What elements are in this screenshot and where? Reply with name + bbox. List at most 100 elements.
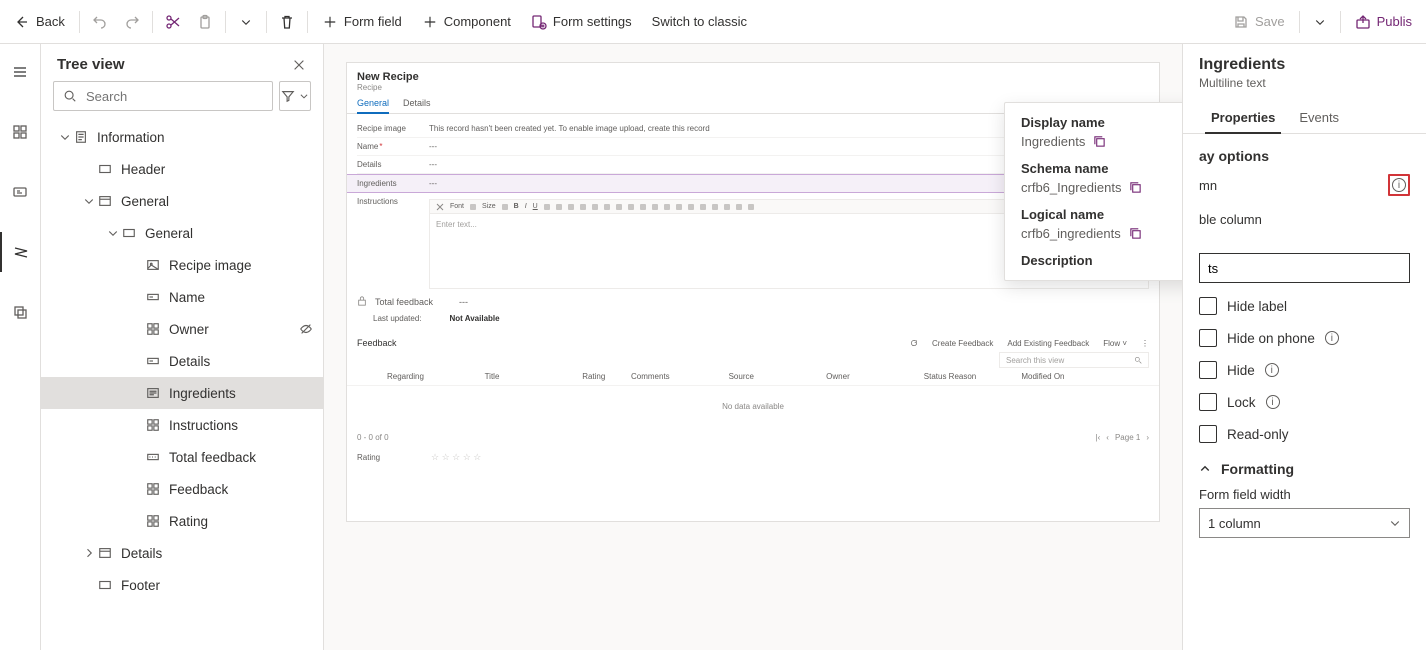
undo-button[interactable] — [84, 6, 116, 38]
section-label: ay options — [1199, 148, 1269, 164]
rating-label: Rating — [357, 453, 429, 462]
tree-node-general-tab[interactable]: General — [41, 185, 323, 217]
rail-text-field[interactable] — [0, 172, 40, 212]
feedback-flow[interactable]: Flow ˅ — [1103, 339, 1127, 348]
feedback-search[interactable]: Search this view — [999, 352, 1149, 368]
tree-node-footer[interactable]: Footer — [41, 569, 323, 601]
section-display-options[interactable]: ay options — [1199, 148, 1410, 164]
tree-node-ingredients[interactable]: Ingredients — [41, 377, 323, 409]
properties-title: Ingredients — [1199, 56, 1410, 74]
tree-label: Details — [169, 354, 210, 369]
grid-icon — [145, 513, 161, 529]
save-menu-button[interactable] — [1304, 6, 1336, 38]
info-highlight[interactable]: i — [1388, 174, 1410, 196]
save-button[interactable]: Save — [1223, 6, 1295, 38]
section-icon — [97, 577, 113, 593]
switch-to-classic-button[interactable]: Switch to classic — [642, 6, 757, 38]
col-header[interactable]: Modified On — [1021, 372, 1119, 381]
lock-checkbox[interactable]: Locki — [1199, 393, 1410, 411]
tree-node-feedback[interactable]: Feedback — [41, 473, 323, 505]
chevron-right-icon — [81, 545, 97, 561]
form-settings-label: Form settings — [553, 14, 632, 29]
rail-tree-view[interactable] — [0, 232, 40, 272]
back-label: Back — [36, 14, 65, 29]
tree-search-input[interactable] — [84, 88, 264, 105]
tree-label: Name — [169, 290, 205, 305]
tree-node-details[interactable]: Details — [41, 345, 323, 377]
label-input[interactable] — [1199, 253, 1410, 283]
tree-node-general-section[interactable]: General — [41, 217, 323, 249]
hide-on-phone-checkbox[interactable]: Hide on phonei — [1199, 329, 1410, 347]
col-header[interactable]: Regarding — [387, 372, 485, 381]
grid-icon — [145, 417, 161, 433]
hide-checkbox[interactable]: Hidei — [1199, 361, 1410, 379]
redo-button[interactable] — [116, 6, 148, 38]
hide-label-checkbox[interactable]: Hide label — [1199, 297, 1410, 315]
publish-button[interactable]: Publis — [1345, 6, 1422, 38]
feedback-add-existing[interactable]: Add Existing Feedback — [1007, 339, 1089, 348]
field-label: ble column — [1199, 212, 1262, 227]
back-button[interactable]: Back — [4, 6, 75, 38]
feedback-refresh[interactable] — [910, 339, 918, 347]
chk-label: Lock — [1227, 395, 1256, 410]
col-header[interactable]: Source — [729, 372, 827, 381]
section-formatting[interactable]: Formatting — [1199, 461, 1410, 477]
col-header[interactable]: Rating — [582, 372, 631, 381]
read-only-checkbox[interactable]: Read-only — [1199, 425, 1410, 443]
tree-label: Ingredients — [169, 386, 236, 401]
tree-node-owner[interactable]: Owner — [41, 313, 323, 345]
tree-node-name[interactable]: Name — [41, 281, 323, 313]
field-label: Last updated: — [373, 314, 421, 323]
image-icon — [145, 257, 161, 273]
tree-node-total-feedback[interactable]: Total feedback — [41, 441, 323, 473]
cut-button[interactable] — [157, 6, 189, 38]
field-value: --- — [429, 179, 437, 188]
tree-node-recipe-image[interactable]: Recipe image — [41, 249, 323, 281]
copy-button[interactable] — [1129, 181, 1142, 194]
left-rail — [0, 44, 41, 650]
tree-node-details-tab[interactable]: Details — [41, 537, 323, 569]
col-header[interactable]: Title — [485, 372, 583, 381]
form-title: New Recipe — [357, 71, 1149, 83]
tab-icon — [97, 193, 113, 209]
tree-node-instructions[interactable]: Instructions — [41, 409, 323, 441]
rail-components[interactable] — [0, 112, 40, 152]
tree-node-header[interactable]: Header — [41, 153, 323, 185]
form-tab-details[interactable]: Details — [403, 98, 431, 113]
col-header[interactable]: Owner — [826, 372, 924, 381]
tree-search-input-wrap[interactable] — [53, 81, 273, 111]
close-tree-button[interactable] — [291, 57, 307, 73]
rail-hamburger[interactable] — [0, 52, 40, 92]
col-header[interactable]: Status Reason — [924, 372, 1022, 381]
tree-node-information[interactable]: Information — [41, 121, 323, 153]
rail-layers[interactable] — [0, 292, 40, 332]
form-field-width-select[interactable]: 1 column — [1199, 508, 1410, 538]
tree-filter-button[interactable] — [279, 81, 311, 111]
feedback-create[interactable]: Create Feedback — [932, 339, 993, 348]
form-settings-button[interactable]: Form settings — [521, 6, 642, 38]
add-component-button[interactable]: Component — [412, 6, 521, 38]
lock-icon — [357, 296, 369, 308]
delete-button[interactable] — [271, 6, 303, 38]
search-icon — [62, 88, 78, 104]
add-form-field-button[interactable]: Form field — [312, 6, 412, 38]
copy-button[interactable] — [1129, 227, 1142, 240]
arrow-left-icon — [14, 14, 30, 30]
popover-value: crfb6_ingredients — [1021, 226, 1121, 241]
tree-node-rating[interactable]: Rating — [41, 505, 323, 537]
tab-properties[interactable]: Properties — [1199, 100, 1287, 133]
tree-title: Tree view — [57, 56, 125, 73]
column-info-popover: Display name Ingredients Schema name crf… — [1004, 102, 1182, 281]
col-header[interactable]: Comments — [631, 372, 729, 381]
paste-menu-button[interactable] — [230, 6, 262, 38]
info-icon: i — [1325, 331, 1339, 345]
rating-stars[interactable]: ☆ ☆ ☆ ☆ ☆ — [431, 452, 481, 463]
chevron-down-icon — [57, 129, 73, 145]
pager-page: Page 1 — [1115, 433, 1140, 442]
copy-button[interactable] — [1093, 135, 1106, 148]
tab-events[interactable]: Events — [1287, 100, 1351, 133]
paste-button[interactable] — [189, 6, 221, 38]
field-label: Total feedback — [375, 297, 433, 307]
form-tab-general[interactable]: General — [357, 98, 389, 113]
placeholder-text: Search this view — [1006, 356, 1064, 365]
